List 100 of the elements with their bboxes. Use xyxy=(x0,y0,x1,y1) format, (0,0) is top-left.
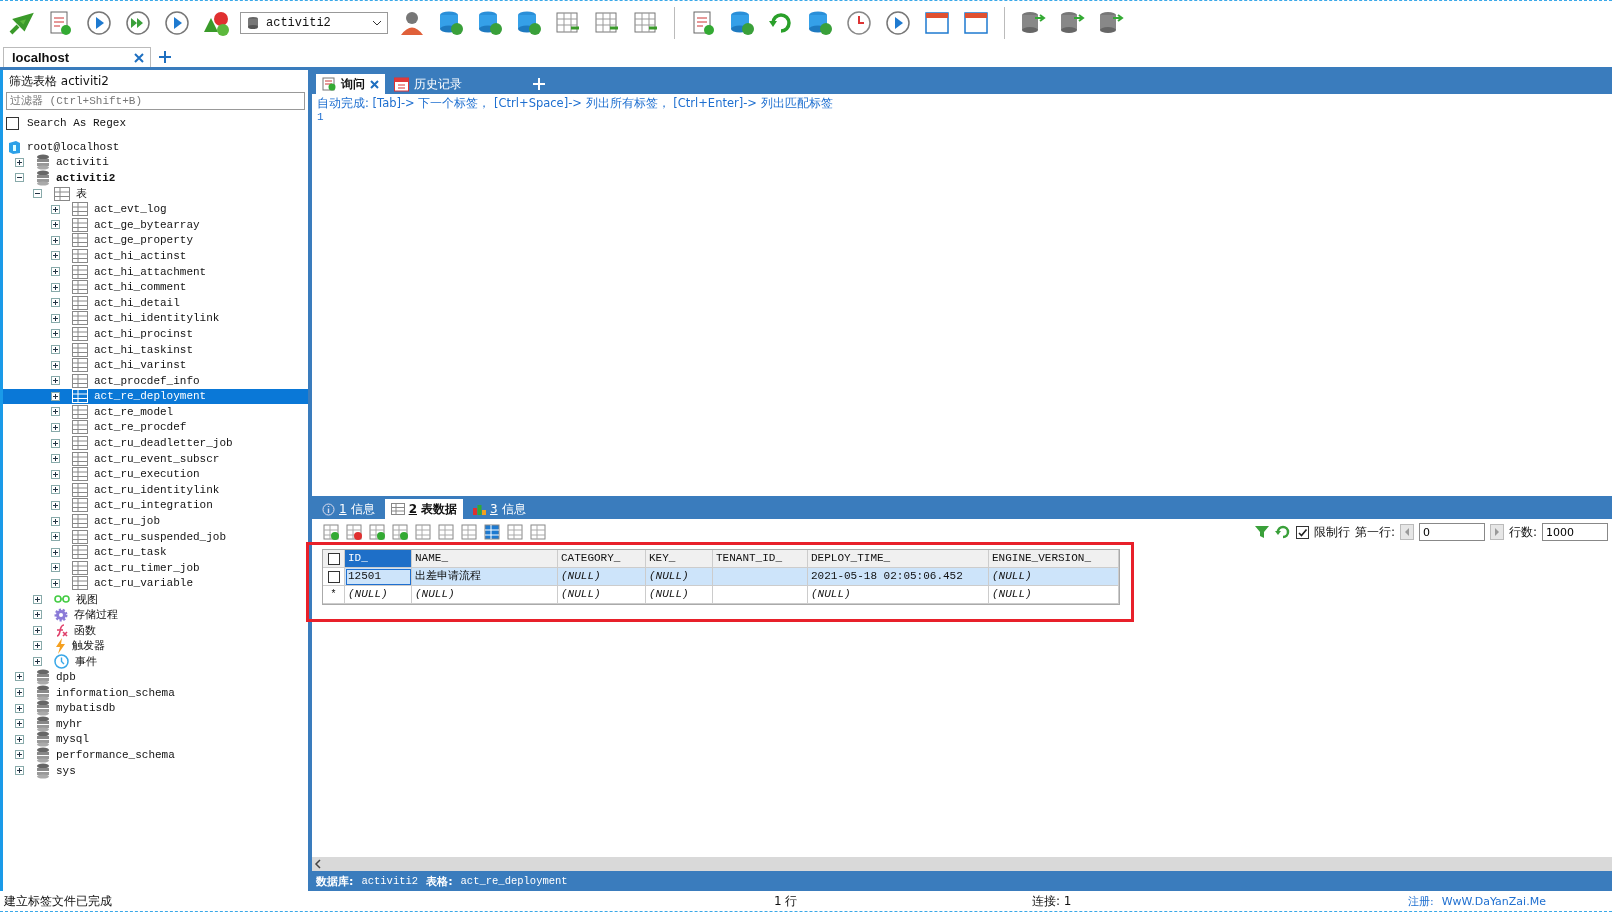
tree-item[interactable]: performance_schema xyxy=(7,747,308,763)
column-header[interactable]: TENANT_ID_ xyxy=(713,550,808,568)
tree-item[interactable]: act_ru_identitylink xyxy=(7,482,308,498)
tree-item[interactable]: act_procdef_info xyxy=(7,372,308,389)
horizontal-scrollbar[interactable] xyxy=(312,857,1612,871)
expander-icon[interactable] xyxy=(51,454,60,464)
tree-item[interactable]: act_hi_actinst xyxy=(7,248,308,264)
tree-item[interactable]: act_hi_comment xyxy=(7,279,308,295)
result-tab[interactable]: 2 表数据 xyxy=(384,499,463,519)
table-row[interactable]: * (NULL) (NULL) (NULL) (NULL) (NULL) (NULL) xyxy=(323,586,1119,604)
expander-icon[interactable] xyxy=(15,719,24,729)
tree-item[interactable]: act_ru_task xyxy=(7,544,308,561)
row-count-field[interactable]: 1000 xyxy=(1542,523,1608,541)
expander-icon[interactable] xyxy=(51,438,60,448)
expander-icon[interactable] xyxy=(33,594,42,604)
add-row-icon[interactable] xyxy=(322,523,340,541)
expander-icon[interactable] xyxy=(51,298,60,308)
tree-item[interactable]: act_ru_event_subscr xyxy=(7,450,308,467)
tree-item[interactable]: root@localhost xyxy=(7,139,308,155)
expander-icon[interactable] xyxy=(51,516,60,526)
checkbox[interactable] xyxy=(6,116,19,130)
tree-item[interactable]: act_hi_varinst xyxy=(7,357,308,373)
expander-icon[interactable] xyxy=(51,469,60,479)
grid-view-icon[interactable] xyxy=(483,523,501,541)
expander-icon[interactable] xyxy=(15,157,24,167)
column-header[interactable]: KEY_ xyxy=(646,550,713,568)
expander-icon[interactable] xyxy=(51,282,60,292)
query-tab[interactable]: 历史记录 xyxy=(388,74,468,94)
tree-item[interactable]: act_evt_log xyxy=(7,201,308,217)
tree-item[interactable]: act_ru_integration xyxy=(7,497,308,514)
play-icon[interactable] xyxy=(84,8,114,38)
tree-item[interactable]: myhr xyxy=(7,715,308,732)
expander-icon[interactable] xyxy=(15,703,24,713)
column-header[interactable]: ENGINE_VERSION_ xyxy=(989,550,1119,568)
tree-item[interactable]: information_schema xyxy=(7,684,308,701)
expander-icon[interactable] xyxy=(51,345,60,354)
result-tab[interactable]: 1 信息 xyxy=(316,499,381,519)
tree-item[interactable]: 视图 xyxy=(7,591,308,607)
expander-icon[interactable] xyxy=(51,251,60,261)
tree-item[interactable]: 存储过程 xyxy=(7,606,308,623)
register-link[interactable]: WwW.DaYanZai.Me xyxy=(1441,894,1546,908)
add-tab-icon[interactable] xyxy=(159,51,171,63)
delete-row-icon[interactable] xyxy=(345,523,363,541)
tree-item[interactable]: mysql xyxy=(7,731,308,748)
tree-item[interactable]: act_re_procdef xyxy=(7,419,308,436)
tree-item[interactable]: act_hi_procinst xyxy=(7,326,308,342)
tree-item[interactable]: act_re_deployment xyxy=(3,388,308,405)
expander-icon[interactable] xyxy=(15,750,24,760)
tree-item[interactable]: mybatisdb xyxy=(7,700,308,716)
expander-icon[interactable] xyxy=(51,360,60,370)
table-row[interactable]: 12501 出差申请流程 (NULL) (NULL) 2021-05-18 02:05:06.452 (NULL) xyxy=(323,568,1119,586)
expander-icon[interactable] xyxy=(51,220,60,230)
tree-item[interactable]: act_ru_suspended_job xyxy=(7,528,308,545)
expander-icon[interactable] xyxy=(51,204,60,214)
scroll-left-icon[interactable] xyxy=(312,858,324,870)
tree-item[interactable]: activiti xyxy=(7,154,308,171)
tree-item[interactable]: act_hi_identitylink xyxy=(7,310,308,327)
expander-icon[interactable] xyxy=(33,656,42,666)
filter-icon[interactable] xyxy=(1253,524,1270,540)
tree-item[interactable]: act_ru_deadletter_job xyxy=(7,435,308,451)
connection-tab[interactable]: localhost xyxy=(3,47,151,67)
tree-item[interactable]: act_re_model xyxy=(7,404,308,420)
expander-icon[interactable] xyxy=(51,485,60,495)
expander-icon[interactable] xyxy=(15,672,24,682)
expander-icon[interactable] xyxy=(51,547,60,557)
expander-icon[interactable] xyxy=(51,376,60,386)
column-header[interactable]: DEPLOY_TIME_ xyxy=(808,550,989,568)
checkbox[interactable] xyxy=(327,570,340,583)
previous-icon[interactable] xyxy=(1399,524,1414,540)
expander-icon[interactable] xyxy=(51,235,60,245)
tree-item[interactable]: act_ru_timer_job xyxy=(7,560,308,576)
tree-item[interactable]: 事件 xyxy=(7,653,308,670)
tree-item[interactable]: act_ru_execution xyxy=(7,466,308,483)
expander-icon[interactable] xyxy=(15,173,24,183)
close-icon[interactable] xyxy=(134,52,144,63)
expander-icon[interactable] xyxy=(15,734,24,744)
tree-item[interactable]: 函数 xyxy=(7,622,308,638)
fast-forward-icon[interactable] xyxy=(123,8,153,38)
tree-item[interactable]: act_ge_property xyxy=(7,232,308,249)
tree-item[interactable]: dpb xyxy=(7,669,308,685)
expander-icon[interactable] xyxy=(33,189,42,199)
tree-item[interactable]: sys xyxy=(7,762,308,779)
next-icon[interactable] xyxy=(1489,524,1504,540)
filter-field[interactable]: 过滤器 (Ctrl+Shift+B) xyxy=(6,92,305,110)
expander-icon[interactable] xyxy=(51,563,60,573)
expander-icon[interactable] xyxy=(51,391,60,401)
expander-icon[interactable] xyxy=(51,500,60,510)
expander-icon[interactable] xyxy=(51,578,60,588)
first-row-field[interactable]: 0 xyxy=(1418,523,1485,541)
tree-item[interactable]: 表 xyxy=(7,185,308,202)
expander-icon[interactable] xyxy=(33,625,42,635)
tree-item[interactable]: act_ru_variable xyxy=(7,575,308,592)
expander-icon[interactable] xyxy=(51,532,60,542)
expander-icon[interactable] xyxy=(15,688,24,698)
expander-icon[interactable] xyxy=(15,766,24,776)
tree-item[interactable]: act_ge_bytearray xyxy=(7,216,308,233)
column-header[interactable]: NAME_ xyxy=(412,550,558,568)
clock-icon[interactable] xyxy=(844,8,874,38)
expander-icon[interactable] xyxy=(33,610,42,620)
expander-icon[interactable] xyxy=(51,267,60,277)
